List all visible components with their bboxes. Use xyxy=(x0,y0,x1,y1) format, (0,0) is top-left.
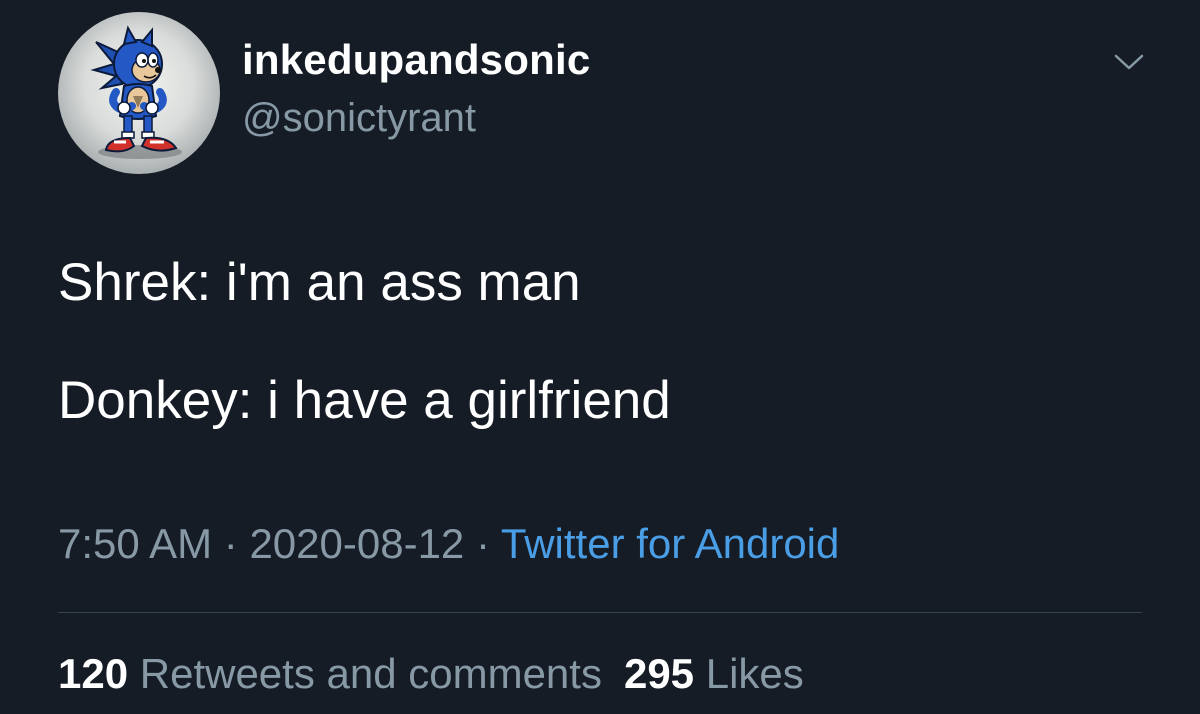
user-handle[interactable]: @sonictyrant xyxy=(242,96,476,141)
tweet-card: inkedupandsonic @sonictyrant Shrek: i'm … xyxy=(0,0,1200,714)
tweet-time[interactable]: 7:50 AM xyxy=(58,520,212,567)
tweet-source-link[interactable]: Twitter for Android xyxy=(501,520,839,567)
retweets-label: Retweets and comments xyxy=(139,650,602,697)
divider xyxy=(58,612,1142,613)
tweet-text-line: Donkey: i have a girlfriend xyxy=(58,371,671,430)
display-name[interactable]: inkedupandsonic xyxy=(242,36,590,84)
tweet-date[interactable]: 2020-08-12 xyxy=(249,520,464,567)
likes-count: 295 xyxy=(623,650,695,697)
retweets-stat[interactable]: 120 Retweets and comments xyxy=(58,650,602,697)
tweet-stats: 120 Retweets and comments 295 Likes xyxy=(58,650,804,698)
tweet-text-line: Shrek: i'm an ass man xyxy=(58,253,581,312)
retweets-count: 120 xyxy=(58,650,129,697)
avatar-illustration xyxy=(90,25,182,159)
likes-label: Likes xyxy=(705,650,804,697)
chevron-down-icon[interactable] xyxy=(1112,48,1146,76)
meta-separator: · xyxy=(223,520,238,567)
sonic-avatar-icon[interactable] xyxy=(58,12,220,174)
meta-separator: · xyxy=(475,520,490,567)
likes-stat[interactable]: 295 Likes xyxy=(624,650,804,697)
tweet-metadata: 7:50 AM · 2020-08-12 · Twitter for Andro… xyxy=(58,520,839,568)
